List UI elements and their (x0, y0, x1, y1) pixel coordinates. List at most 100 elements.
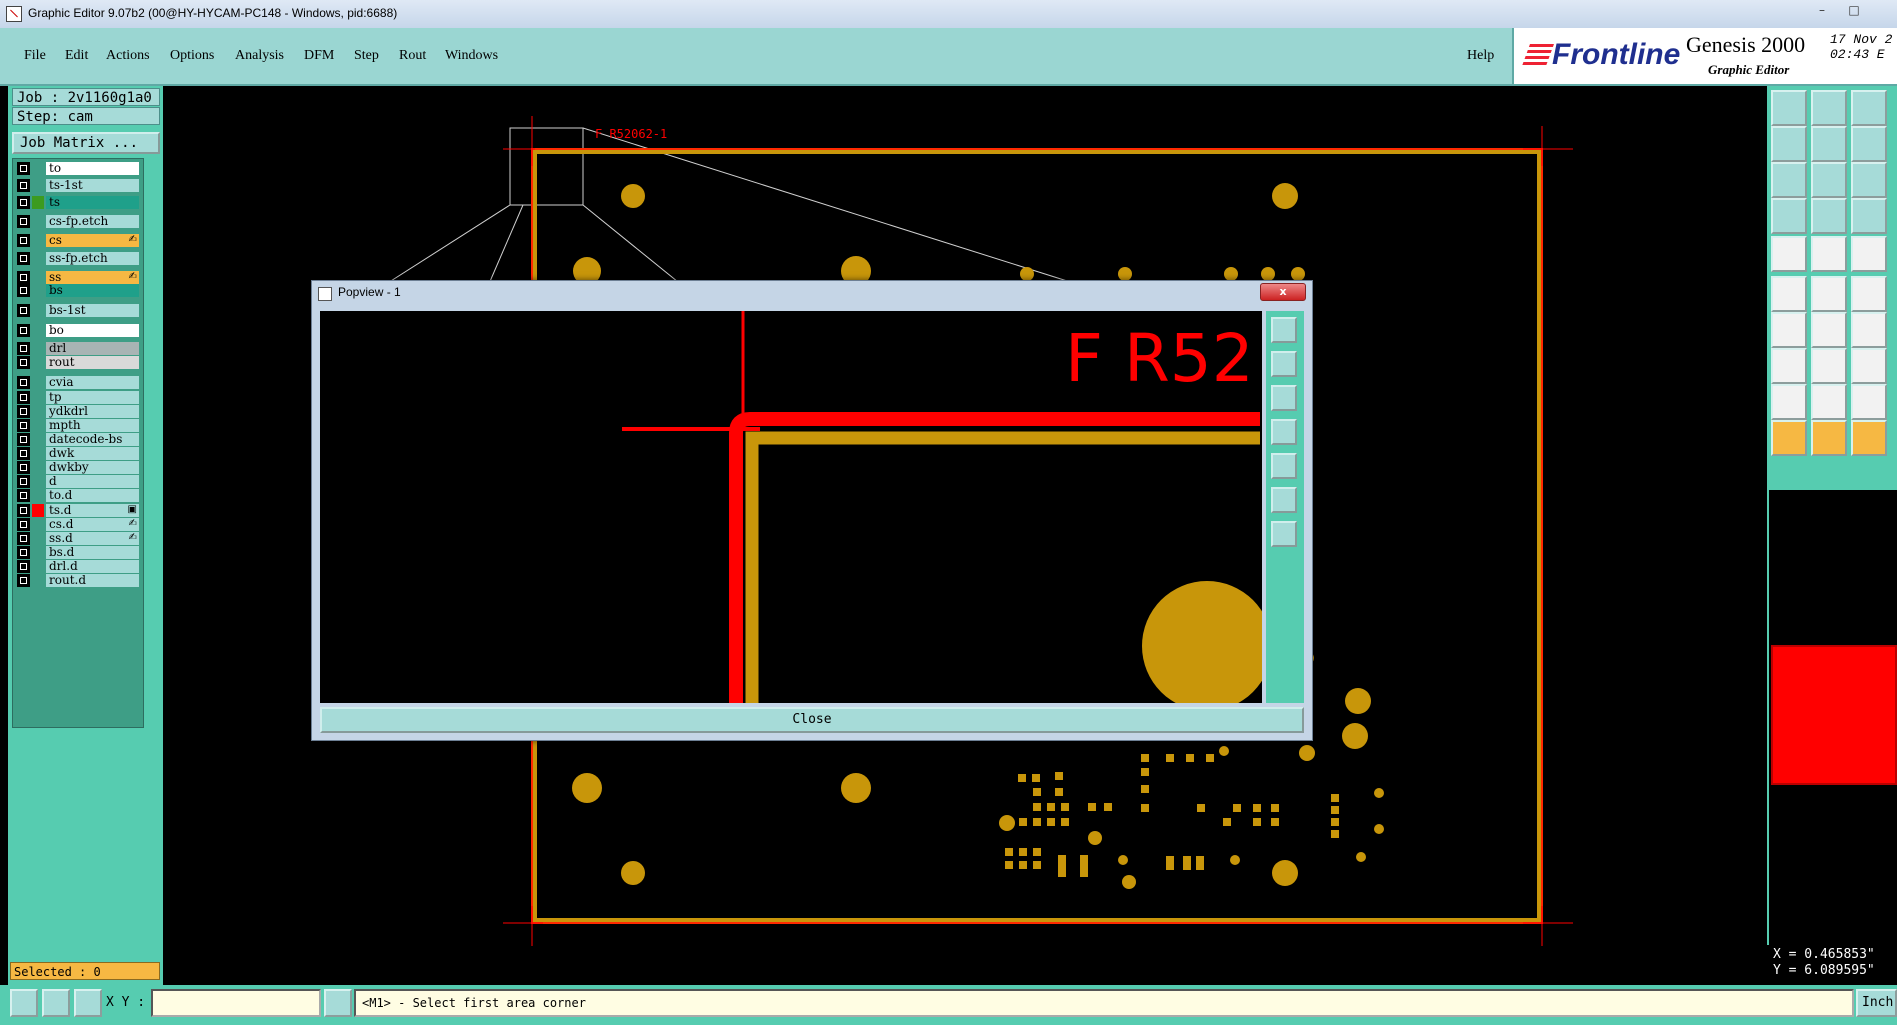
layer-row-bs.d[interactable]: bs.d (17, 545, 139, 560)
layers-icon[interactable] (1851, 198, 1887, 234)
layer-checkbox[interactable] (17, 284, 30, 297)
node-icon[interactable] (1771, 276, 1807, 312)
menu-edit[interactable]: Edit (65, 48, 88, 64)
layer-row-rout.d[interactable]: rout.d (17, 573, 139, 588)
download-icon[interactable] (1811, 90, 1847, 126)
layer-row-to.d[interactable]: to.d (17, 488, 139, 503)
popview-zoom-icon[interactable] (1271, 317, 1297, 343)
popview-pan-up-icon[interactable] (1271, 351, 1297, 377)
close-button[interactable]: Close (320, 707, 1304, 733)
layer-checkbox[interactable] (17, 461, 30, 474)
popview-close-icon[interactable]: x (1260, 283, 1306, 301)
layer-row-ydkdrl[interactable]: ydkdrl (17, 404, 139, 419)
menu-help[interactable]: Help (1467, 48, 1494, 64)
layer-row-datecode-bs[interactable]: datecode-bs (17, 432, 139, 447)
fit-icon[interactable] (1771, 162, 1807, 198)
layer-row-ts-1st[interactable]: ts-1st (17, 178, 139, 193)
layer-row-drl[interactable]: drl (17, 341, 139, 356)
menu-file[interactable]: File (24, 48, 46, 64)
minimize-button[interactable]: – (1808, 0, 1836, 20)
menu-options[interactable]: Options (170, 48, 214, 64)
tri2-icon[interactable] (1811, 384, 1847, 420)
overview-map[interactable] (1771, 645, 1897, 785)
layer-row-d[interactable]: d (17, 474, 139, 489)
grid-icon[interactable] (74, 989, 102, 1017)
bar-icon[interactable] (1811, 348, 1847, 384)
layer-checkbox[interactable] (17, 342, 30, 355)
line-icon[interactable] (1811, 312, 1847, 348)
scale-icon[interactable] (1851, 162, 1887, 198)
layer-row-drl.d[interactable]: drl.d (17, 559, 139, 574)
layer-row-ss.d[interactable]: ss.d ✍ (17, 531, 139, 546)
layer-checkbox[interactable] (17, 162, 30, 175)
layer-checkbox[interactable] (17, 376, 30, 389)
ruler-icon[interactable] (1851, 236, 1887, 272)
pan-left-icon[interactable] (1771, 126, 1807, 162)
layer-checkbox[interactable] (17, 518, 30, 531)
arrow-icon[interactable] (1851, 420, 1887, 456)
layer-checkbox[interactable] (17, 234, 30, 247)
select-icon[interactable] (1811, 420, 1847, 456)
layer-checkbox[interactable] (17, 391, 30, 404)
layer-checkbox[interactable] (17, 489, 30, 502)
layer-checkbox[interactable] (17, 304, 30, 317)
popview-zoom-in-icon[interactable] (1271, 487, 1297, 513)
pan-right-icon[interactable] (1811, 126, 1847, 162)
measure-icon[interactable] (42, 989, 70, 1017)
align-icon[interactable] (1851, 348, 1887, 384)
layer-row-cs-fp.etch[interactable]: cs-fp.etch (17, 214, 139, 229)
layer-checkbox[interactable] (17, 419, 30, 432)
popview-zoom-out-icon[interactable] (1271, 521, 1297, 547)
layer-row-bs[interactable]: bs (17, 283, 139, 298)
popview-pan-right-icon[interactable] (1271, 453, 1297, 479)
pointer-icon[interactable] (1771, 420, 1807, 456)
layer-checkbox[interactable] (17, 532, 30, 545)
layer-row-dwk[interactable]: dwk (17, 446, 139, 461)
layer-checkbox[interactable] (17, 356, 30, 369)
info-icon[interactable] (324, 989, 352, 1017)
layer-checkbox[interactable] (17, 504, 30, 517)
menu-step[interactable]: Step (354, 48, 379, 64)
xy-input[interactable] (151, 989, 321, 1017)
layer-row-bs-1st[interactable]: bs-1st (17, 303, 139, 318)
layer-row-dwkby[interactable]: dwkby (17, 460, 139, 475)
upload-icon[interactable] (1771, 90, 1807, 126)
menu-windows[interactable]: Windows (445, 48, 498, 64)
layer-checkbox[interactable] (17, 560, 30, 573)
layer-row-to[interactable]: to (17, 161, 139, 176)
menu-dfm[interactable]: DFM (304, 48, 334, 64)
flip-icon[interactable] (1851, 276, 1887, 312)
layer-checkbox[interactable] (17, 447, 30, 460)
pad-icon[interactable] (1771, 348, 1807, 384)
home-icon[interactable] (1851, 90, 1887, 126)
snap-icon[interactable] (1851, 126, 1887, 162)
popview-pan-left-icon[interactable] (1271, 419, 1297, 445)
center-icon[interactable] (1811, 162, 1847, 198)
layer-checkbox[interactable] (17, 196, 30, 209)
layer-checkbox[interactable] (17, 215, 30, 228)
layer-row-bo[interactable]: bo (17, 323, 139, 338)
layer-row-rout[interactable]: rout (17, 355, 139, 370)
menu-rout[interactable]: Rout (399, 48, 426, 64)
layer-checkbox[interactable] (17, 546, 30, 559)
layer-checkbox[interactable] (17, 324, 30, 337)
layer-row-mpth[interactable]: mpth (17, 418, 139, 433)
layer-checkbox[interactable] (17, 433, 30, 446)
angle-icon[interactable] (1771, 312, 1807, 348)
layer-row-cs.d[interactable]: cs.d ✍ (17, 517, 139, 532)
layer-row-ts.d[interactable]: ts.d ▣ (17, 503, 139, 518)
fill-icon[interactable] (1771, 236, 1807, 272)
menu-analysis[interactable]: Analysis (235, 48, 284, 64)
layer-row-tp[interactable]: tp (17, 390, 139, 405)
tri1-icon[interactable] (1771, 384, 1807, 420)
tri3-icon[interactable] (1851, 384, 1887, 420)
grid-icon[interactable] (1811, 198, 1847, 234)
filter-icon[interactable] (1771, 198, 1807, 234)
cross-icon[interactable] (1811, 276, 1847, 312)
layer-checkbox[interactable] (17, 405, 30, 418)
layer-row-cvia[interactable]: cvia (17, 375, 139, 390)
layer-row-ss-fp.etch[interactable]: ss-fp.etch (17, 251, 139, 266)
layer-row-ts[interactable]: ts (17, 195, 139, 210)
job-matrix-button[interactable]: Job Matrix ... (12, 132, 160, 154)
popview-pan-down-icon[interactable] (1271, 385, 1297, 411)
